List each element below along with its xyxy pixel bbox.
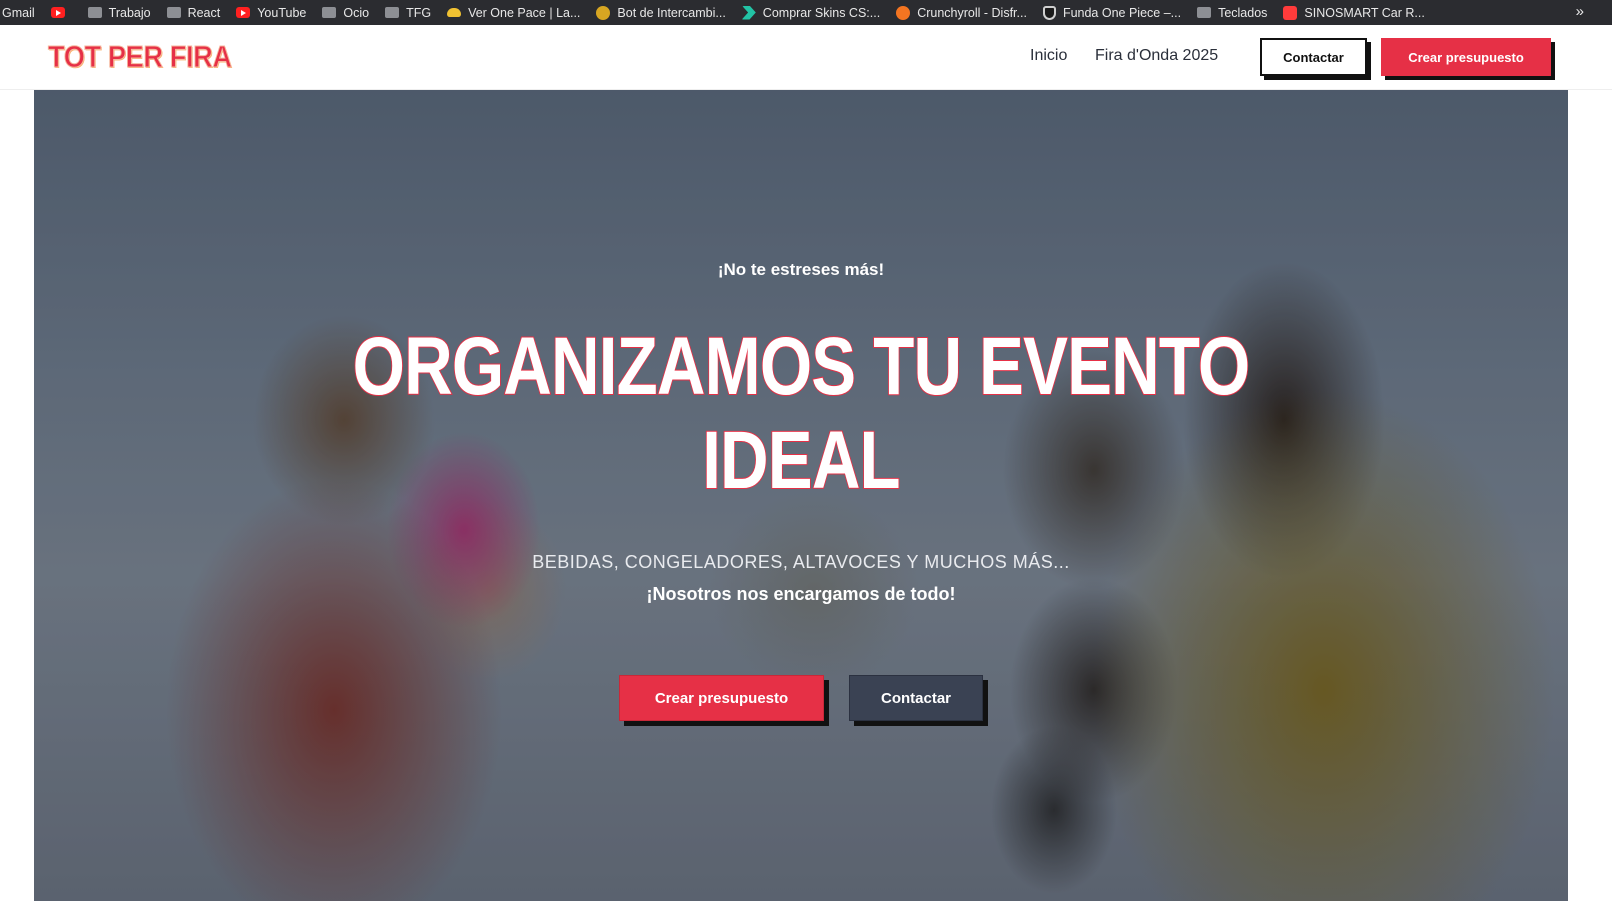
bookmark-folder-ocio[interactable]: Ocio xyxy=(322,0,369,25)
hero-subline-bold: ¡Nosotros nos encargamos de todo! xyxy=(646,584,956,604)
sinosmart-icon xyxy=(1283,5,1298,20)
hero-section: ¡No te estreses más! ORGANIZAMOS TU EVEN… xyxy=(34,90,1568,901)
site-logo[interactable]: TOT PER FIRA xyxy=(48,39,233,75)
bookmark-one-pace[interactable]: Ver One Pace | La... xyxy=(447,0,580,25)
header-quote-button[interactable]: Crear presupuesto xyxy=(1381,38,1551,76)
bookmark-folder-tfg[interactable]: TFG xyxy=(385,0,431,25)
hero-kicker: ¡No te estreses más! xyxy=(717,260,885,279)
site-header: TOT PER FIRA Inicio Fira d'Onda 2025 Con… xyxy=(0,25,1612,90)
bookmark-label: TFG xyxy=(406,5,432,20)
crunchyroll-icon xyxy=(896,5,911,20)
more-bookmarks-icon[interactable]: » xyxy=(1576,0,1584,25)
coin-icon xyxy=(596,5,611,20)
bookmark-one-piece-case[interactable]: Funda One Piece –... xyxy=(1042,0,1182,25)
bookmark-folder-react[interactable]: React xyxy=(166,0,221,25)
youtube-icon xyxy=(50,7,65,18)
bookmark-label: Funda One Piece –... xyxy=(1062,5,1182,20)
bookmark-folder-trabajo[interactable]: Trabajo xyxy=(87,0,151,25)
bookmarks-bar: Gmail Trabajo React YouTube Ocio TFG Ver… xyxy=(0,0,1612,25)
bookmark-crunchyroll[interactable]: Crunchyroll - Disfr... xyxy=(896,0,1027,25)
bookmark-label: Bot de Intercambi... xyxy=(617,5,726,20)
hero-headline-line-1: ORGANIZAMOS TU EVENTO xyxy=(352,320,1251,413)
nav-link-fira-donda[interactable]: Fira d'Onda 2025 xyxy=(1095,47,1218,65)
shield-icon xyxy=(1042,5,1056,20)
youtube-icon xyxy=(236,7,251,18)
bookmark-youtube[interactable]: YouTube xyxy=(236,0,306,25)
hero-subline: BEBIDAS, CONGELADORES, ALTAVOCES Y MUCHO… xyxy=(532,552,1070,572)
nav-link-inicio[interactable]: Inicio xyxy=(1030,47,1067,65)
bookmark-sinosmart[interactable]: SINOSMART Car R... xyxy=(1283,0,1425,25)
bookmark-label: Ver One Pace | La... xyxy=(468,5,581,20)
hero-quote-button[interactable]: Crear presupuesto xyxy=(619,675,824,721)
chevron-icon xyxy=(741,5,756,20)
bookmark-label: Comprar Skins CS:... xyxy=(762,5,881,20)
bookmark-label: React xyxy=(187,5,221,20)
hero-content: ¡No te estreses más! ORGANIZAMOS TU EVEN… xyxy=(34,90,1568,901)
folder-icon xyxy=(322,7,337,18)
bookmark-label: Trabajo xyxy=(108,5,151,20)
bookmark-cs-skins[interactable]: Comprar Skins CS:... xyxy=(741,0,881,25)
straw-hat-icon xyxy=(447,8,462,17)
header-contact-button[interactable]: Contactar xyxy=(1260,38,1367,76)
folder-icon xyxy=(87,7,102,18)
bookmark-label: SINOSMART Car R... xyxy=(1304,5,1425,20)
bookmark-trade-bot[interactable]: Bot de Intercambi... xyxy=(596,0,726,25)
bookmark-folder-teclados[interactable]: Teclados xyxy=(1197,0,1267,25)
bookmark-label: Gmail xyxy=(2,5,35,20)
bookmark-label: Crunchyroll - Disfr... xyxy=(917,5,1027,20)
folder-icon xyxy=(166,7,181,18)
folder-icon xyxy=(1197,7,1212,18)
bookmark-label: YouTube xyxy=(257,5,307,20)
bookmark-label: Teclados xyxy=(1218,5,1268,20)
hero-headline-line-2: IDEAL xyxy=(701,414,901,507)
hero-headline: ORGANIZAMOS TU EVENTO IDEAL xyxy=(34,320,1568,508)
folder-icon xyxy=(385,7,400,18)
bookmark-label: Ocio xyxy=(343,5,370,20)
bookmark-gmail[interactable]: Gmail xyxy=(2,0,35,25)
bookmark-youtube-shortcut[interactable] xyxy=(50,0,72,25)
hero-contact-button[interactable]: Contactar xyxy=(849,675,983,721)
